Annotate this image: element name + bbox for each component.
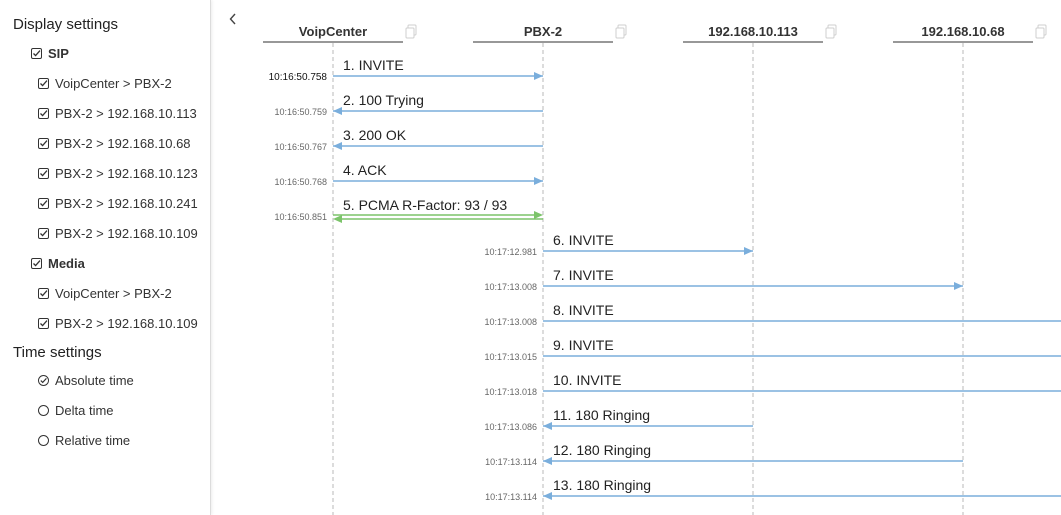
message-row[interactable]: 1. INVITE 10:16:50.758	[269, 57, 543, 83]
sip-ladder-diagram: VoipCenter PBX-2 192.168.10.113 192.168.10.…	[263, 24, 1061, 515]
copy-icon[interactable]	[1035, 24, 1047, 39]
message-row[interactable]: 8. INVITE 10:17:13.008	[484, 302, 1061, 327]
message-row[interactable]: 7. INVITE 10:17:13.008	[484, 267, 963, 292]
message-timestamp: 10:16:50.767	[274, 142, 327, 152]
message-timestamp: 10:17:12.981	[484, 247, 537, 257]
arrow-head	[543, 457, 552, 465]
message-label[interactable]: 9. INVITE	[553, 337, 614, 353]
message-label[interactable]: 4. ACK	[343, 162, 387, 178]
message-timestamp: 10:16:50.758	[269, 72, 328, 83]
message-timestamp: 10:17:13.086	[484, 422, 537, 432]
arrow-head	[534, 211, 543, 219]
copy-icon[interactable]	[405, 24, 417, 39]
message-row[interactable]: 2. 100 Trying 10:16:50.759	[274, 92, 543, 117]
arrow-head	[744, 247, 753, 255]
participant-label: 192.168.10.113	[708, 24, 798, 39]
message-label[interactable]: 12. 180 Ringing	[553, 442, 651, 458]
message-label[interactable]: 5. PCMA R-Factor: 93 / 93	[343, 197, 507, 213]
message-row[interactable]: 12. 180 Ringing 10:17:13.114	[485, 442, 963, 467]
arrow-head	[333, 142, 342, 150]
copy-icon[interactable]	[615, 24, 627, 39]
participant-label: VoipCenter	[299, 24, 367, 39]
message-timestamp: 10:17:13.008	[484, 317, 537, 327]
message-label[interactable]: 6. INVITE	[553, 232, 614, 248]
arrow-head	[543, 422, 552, 430]
message-row[interactable]: 6. INVITE 10:17:12.981	[484, 232, 753, 257]
message-label[interactable]: 3. 200 OK	[343, 127, 407, 143]
arrow-head	[333, 107, 342, 115]
participant-label: 192.168.10.68	[921, 24, 1004, 39]
message-row[interactable]: 4. ACK 10:16:50.768	[274, 162, 543, 187]
arrow-head	[534, 177, 543, 185]
message-label[interactable]: 8. INVITE	[553, 302, 614, 318]
message-timestamp: 10:16:50.851	[274, 212, 327, 222]
message-timestamp: 10:17:13.114	[485, 492, 537, 502]
message-timestamp: 10:17:13.008	[484, 282, 537, 292]
message-timestamp: 10:17:13.114	[485, 457, 537, 467]
message-label[interactable]: 11. 180 Ringing	[553, 407, 650, 423]
arrow-head	[543, 492, 552, 500]
participant-label: PBX-2	[524, 24, 562, 39]
message-label[interactable]: 13. 180 Ringing	[553, 477, 651, 493]
message-row[interactable]: 9. INVITE 10:17:13.015	[484, 337, 1061, 362]
copy-icon[interactable]	[825, 24, 837, 39]
arrow-head	[954, 282, 963, 290]
message-label[interactable]: 10. INVITE	[553, 372, 621, 388]
message-timestamp: 10:17:13.015	[484, 352, 537, 362]
message-label[interactable]: 1. INVITE	[343, 57, 404, 73]
message-row[interactable]: 5. PCMA R-Factor: 93 / 93 10:16:50.851	[274, 197, 543, 222]
message-row[interactable]: 13. 180 Ringing 10:17:13.114	[485, 477, 1061, 502]
message-row[interactable]: 10. INVITE 10:17:13.018	[484, 372, 1061, 397]
message-timestamp: 10:17:13.018	[484, 387, 537, 397]
arrow-head	[534, 72, 543, 80]
message-timestamp: 10:16:50.759	[274, 107, 327, 117]
message-row[interactable]: 11. 180 Ringing 10:17:13.086	[484, 407, 753, 432]
arrow-head	[333, 215, 342, 223]
message-label[interactable]: 7. INVITE	[553, 267, 614, 283]
message-label[interactable]: 2. 100 Trying	[343, 92, 424, 108]
message-row[interactable]: 3. 200 OK 10:16:50.767	[274, 127, 543, 152]
message-timestamp: 10:16:50.768	[274, 177, 327, 187]
